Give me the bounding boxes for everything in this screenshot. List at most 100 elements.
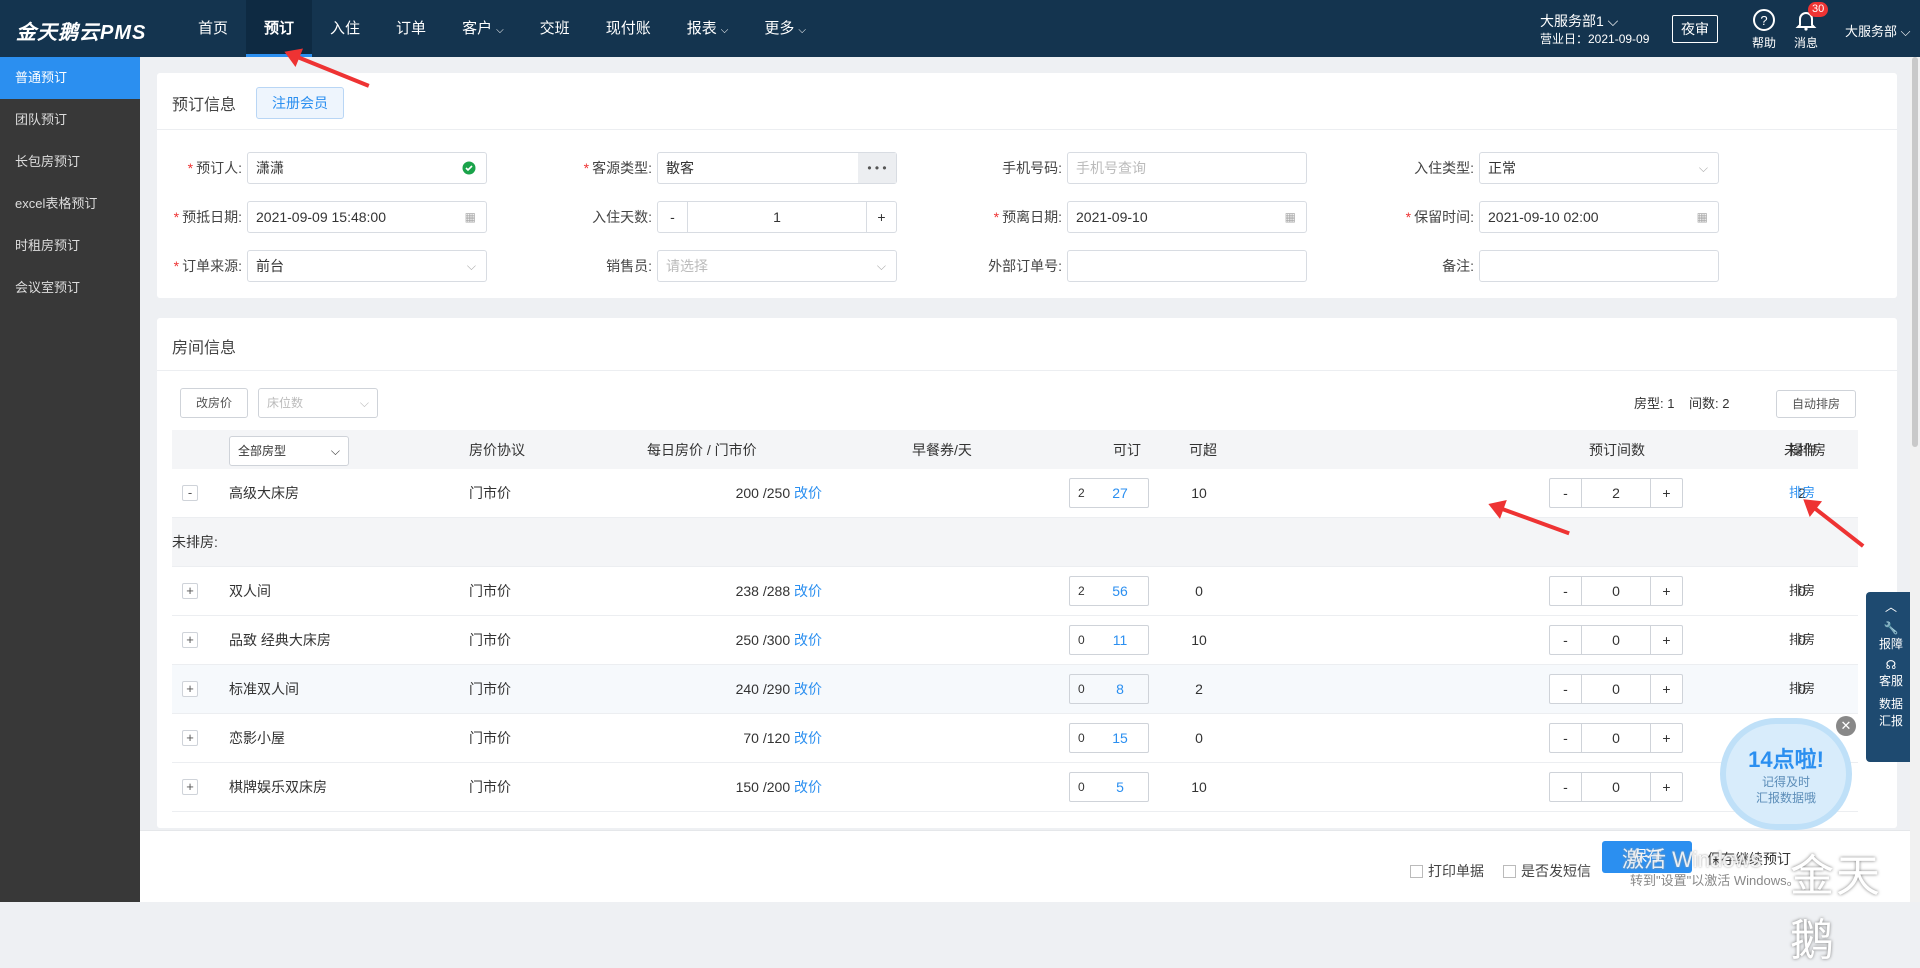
increment-button[interactable]: +	[1650, 773, 1682, 801]
sidebar-item-meeting-room-booking[interactable]: 会议室预订	[0, 267, 140, 309]
increment-button[interactable]: +	[1650, 675, 1682, 703]
nav-shift[interactable]: 交班	[522, 0, 588, 57]
expand-toggle[interactable]: +	[182, 632, 198, 648]
windows-activation-hint: 转到"设置"以激活 Windows。	[1630, 873, 1800, 888]
available-count[interactable]: 15	[1090, 728, 1150, 748]
nav-orders[interactable]: 订单	[378, 0, 444, 57]
nav-home[interactable]: 首页	[180, 0, 246, 57]
nav-customers[interactable]: 客户 ⌵	[444, 0, 522, 57]
assign-room-link[interactable]: 排房	[1789, 679, 1815, 699]
customer-service-button[interactable]: ☊ 客服	[1866, 652, 1916, 689]
nav-reports[interactable]: 报表 ⌵	[669, 0, 747, 57]
send-sms-checkbox[interactable]: 是否发短信	[1503, 861, 1591, 881]
expand-toggle[interactable]: -	[182, 485, 198, 501]
external-order-input[interactable]	[1067, 250, 1307, 282]
change-price-link[interactable]: 改价	[794, 779, 822, 795]
available-count[interactable]: 5	[1090, 777, 1150, 797]
available-count[interactable]: 11	[1090, 630, 1150, 650]
expand-toggle[interactable]: +	[182, 583, 198, 599]
scroll-top-button[interactable]: ︿	[1866, 592, 1916, 615]
change-price-link[interactable]: 改价	[794, 583, 822, 599]
room-type-name: 标准双人间	[229, 681, 299, 697]
decrement-button[interactable]: -	[658, 202, 688, 232]
change-price-button[interactable]: 改房价	[180, 388, 248, 418]
assign-room-link[interactable]: 排房	[1789, 581, 1815, 601]
report-fault-button[interactable]: 🔧 报障	[1866, 615, 1916, 652]
check-circle-icon	[462, 153, 476, 194]
booked-rooms-stepper[interactable]: - 0 +	[1549, 674, 1683, 704]
available-count[interactable]: 8	[1090, 679, 1150, 699]
booked-rooms-stepper[interactable]: - 0 +	[1549, 723, 1683, 753]
sidebar-item-group-booking[interactable]: 团队预订	[0, 99, 140, 141]
decrement-button[interactable]: -	[1550, 675, 1582, 703]
phone-search-input[interactable]: 手机号查询	[1067, 152, 1307, 184]
change-price-link[interactable]: 改价	[794, 730, 822, 746]
room-type-filter[interactable]: 全部房型 ⌵	[229, 436, 349, 466]
available-count[interactable]: 56	[1090, 581, 1150, 601]
booked-rooms-stepper[interactable]: - 0 +	[1549, 772, 1683, 802]
increment-button[interactable]: +	[1650, 577, 1682, 605]
booker-field[interactable]: 潇潇	[247, 152, 487, 184]
more-options-button[interactable]: • • •	[858, 153, 896, 183]
available-count[interactable]: 27	[1090, 483, 1150, 503]
branch-selector[interactable]: 大服务部1 ⌵ 营业日：2021-09-09	[1540, 12, 1649, 48]
page-scrollbar[interactable]	[1910, 57, 1920, 902]
departure-date-field[interactable]: 2021-09-10 ▦	[1067, 201, 1307, 233]
booked-rooms-stepper[interactable]: - 2 +	[1549, 478, 1683, 508]
source-type-field[interactable]: 散客 • • •	[657, 152, 897, 184]
sidebar-item-normal-booking[interactable]: 普通预订	[0, 57, 140, 99]
sidebar-item-excel-booking[interactable]: excel表格预订	[0, 183, 140, 225]
increment-button[interactable]: +	[1650, 626, 1682, 654]
register-member-button[interactable]: 注册会员	[256, 87, 344, 119]
sidebar-item-hourly-booking[interactable]: 时租房预订	[0, 225, 140, 267]
room-protocol: 门市价	[469, 632, 511, 648]
hold-time-field[interactable]: 2021-09-10 02:00 ▦	[1479, 201, 1719, 233]
bed-count-select[interactable]: 床位数 ⌵	[258, 388, 378, 418]
booked-rooms-stepper[interactable]: - 0 +	[1549, 576, 1683, 606]
decrement-button[interactable]: -	[1550, 626, 1582, 654]
decrement-button[interactable]: -	[1550, 773, 1582, 801]
user-menu[interactable]: 大服务部 ⌵	[1845, 21, 1910, 40]
room-type-name: 恋影小屋	[229, 730, 285, 746]
order-source-label: * 订单来源:	[173, 258, 242, 274]
increment-button[interactable]: +	[1650, 724, 1682, 752]
external-order-label: 外部订单号:	[988, 258, 1062, 274]
expand-toggle[interactable]: +	[182, 779, 198, 795]
decrement-button[interactable]: -	[1550, 479, 1582, 507]
divider	[157, 129, 1897, 130]
decrement-button[interactable]: -	[1550, 577, 1582, 605]
chevron-down-icon: ⌵	[359, 396, 369, 410]
help-button[interactable]: ? 帮助	[1746, 8, 1782, 51]
night-audit-button[interactable]: 夜审	[1672, 15, 1718, 43]
order-source-select[interactable]: 前台 ⌵	[247, 250, 487, 282]
data-report-button[interactable]: 数据 汇报	[1866, 689, 1916, 729]
reminder-popup[interactable]: 14点啦! 记得及时 汇报数据哦	[1726, 724, 1846, 824]
chevron-down-icon: ⌵	[330, 444, 340, 458]
print-receipt-checkbox[interactable]: 打印单据	[1410, 861, 1484, 881]
expand-toggle[interactable]: +	[182, 681, 198, 697]
nav-cash-account[interactable]: 现付账	[588, 0, 669, 57]
change-price-link[interactable]: 改价	[794, 681, 822, 697]
brand-watermark: 金天鹅	[1790, 852, 1882, 965]
nights-stepper[interactable]: - 1 +	[657, 201, 897, 233]
sales-select[interactable]: 请选择 ⌵	[657, 250, 897, 282]
decrement-button[interactable]: -	[1550, 724, 1582, 752]
nav-checkin[interactable]: 入住	[312, 0, 378, 57]
close-icon[interactable]: ✕	[1836, 716, 1856, 736]
messages-button[interactable]: 消息 30	[1788, 2, 1829, 51]
expand-toggle[interactable]: +	[182, 730, 198, 746]
increment-button[interactable]: +	[866, 202, 896, 232]
checkin-type-select[interactable]: 正常 ⌵	[1479, 152, 1719, 184]
remark-textarea[interactable]	[1479, 250, 1719, 282]
booked-rooms-stepper[interactable]: - 0 +	[1549, 625, 1683, 655]
increment-button[interactable]: +	[1650, 479, 1682, 507]
change-price-link[interactable]: 改价	[794, 485, 822, 501]
change-price-link[interactable]: 改价	[794, 632, 822, 648]
sidebar-item-long-stay-booking[interactable]: 长包房预订	[0, 141, 140, 183]
calendar-icon: ▦	[464, 210, 476, 224]
arrival-date-field[interactable]: 2021-09-09 15:48:00 ▦	[247, 201, 487, 233]
nav-more[interactable]: 更多 ⌵	[746, 0, 824, 57]
auto-assign-button[interactable]: 自动排房	[1776, 390, 1856, 418]
reminder-title: 14点啦!	[1748, 747, 1824, 772]
assign-room-link[interactable]: 排房	[1789, 630, 1815, 650]
